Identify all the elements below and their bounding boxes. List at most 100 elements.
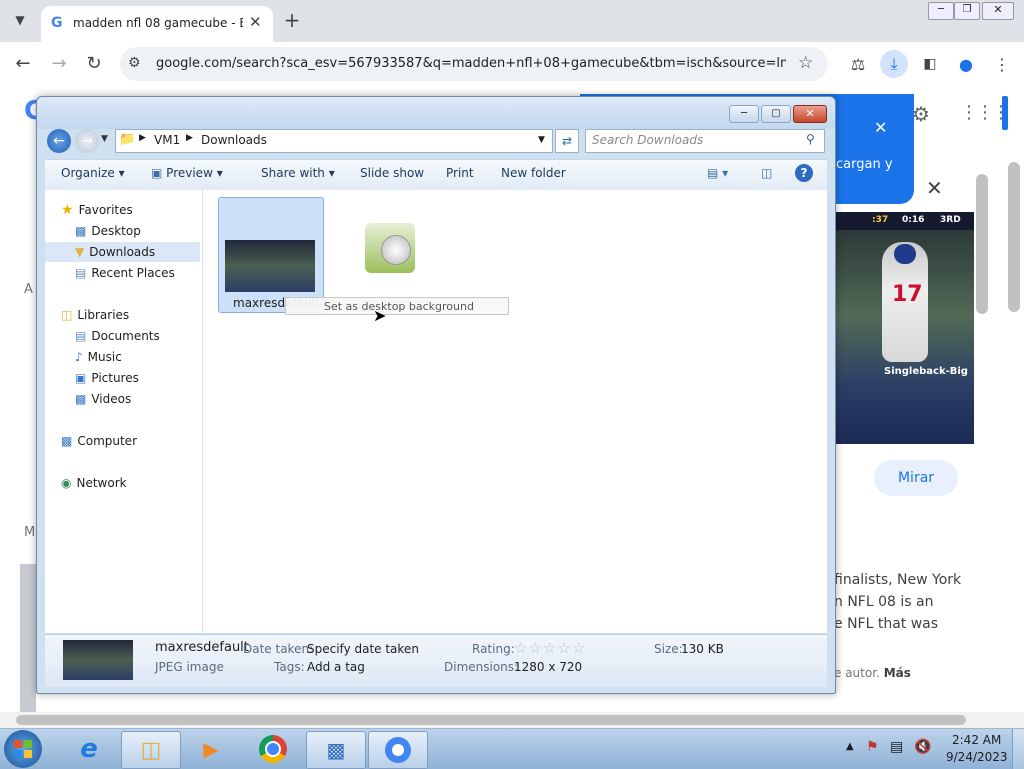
action-center-icon[interactable]: ⚑ <box>866 739 879 755</box>
chrome-window-taskbar-icon[interactable] <box>368 731 428 769</box>
apps-grid-icon[interactable]: ⋮⋮⋮ <box>960 102 1010 123</box>
watch-button[interactable]: Mirar <box>874 460 958 496</box>
bookmark-star-icon[interactable]: ☆ <box>798 53 813 73</box>
chrome-taskbar-icon[interactable] <box>244 731 302 767</box>
clock-date[interactable]: 9/24/2023 <box>946 750 1008 764</box>
breadcrumb-vm1[interactable]: VM1 <box>154 133 180 147</box>
side-panel-icon[interactable]: ◧ <box>918 52 942 76</box>
browser-tab[interactable]: G madden nfl 08 gamecube - Bu ✕ <box>41 6 273 42</box>
breadcrumb-downloads[interactable]: Downloads <box>201 133 267 147</box>
popup-close-icon[interactable]: ✕ <box>874 118 887 137</box>
hud-down: 3RD <box>940 215 961 225</box>
print-button[interactable]: Print <box>446 166 474 180</box>
control-panel-taskbar-icon[interactable]: ▩ <box>306 731 366 769</box>
menu-icon[interactable]: ⋮ <box>990 52 1014 76</box>
preview-image[interactable]: :37 0:16 3RD 17 Singleback-Big <box>834 212 974 444</box>
explorer-taskbar-icon[interactable]: ◫ <box>121 731 181 769</box>
hud-clock: 0:16 <box>902 215 925 225</box>
site-settings-icon[interactable]: ⚙ <box>128 55 141 71</box>
explorer-close-button[interactable]: ✕ <box>793 105 827 123</box>
horizontal-scrollbar-thumb[interactable] <box>16 715 966 725</box>
network-tray-icon[interactable]: ▤ <box>890 739 903 755</box>
page-scrollbar-thumb[interactable] <box>1008 162 1020 312</box>
search-box[interactable]: Search Downloads ⚲ <box>585 129 825 153</box>
minimize-button[interactable]: ─ <box>928 2 954 20</box>
tab-search-icon[interactable]: ▼ <box>8 8 32 32</box>
recent-places-icon: ▤ <box>75 266 87 280</box>
rating-stars[interactable]: ☆☆☆☆☆ <box>514 639 586 657</box>
nav-computer[interactable]: ▩ Computer <box>61 431 137 451</box>
libraries-icon: ◫ <box>61 308 73 322</box>
omnibox[interactable]: ⚙ google.com/search?sca_esv=567933587&q=… <box>120 47 828 81</box>
nav-downloads[interactable]: ▼ Downloads <box>45 242 200 262</box>
details-file-name: maxresdefault <box>155 640 249 655</box>
restore-button[interactable]: ❐ <box>954 2 980 20</box>
nav-pictures[interactable]: ▣ Pictures <box>75 368 139 388</box>
volume-muted-icon[interactable]: 🔇 <box>914 739 931 755</box>
navigation-pane: ★ Favorites ▩ Desktop ▼ Downloads ▤ Recent P… <box>45 190 203 633</box>
nav-recent-places[interactable]: ▤ Recent Places <box>75 263 175 283</box>
recent-pages-icon[interactable]: ▼ <box>101 134 108 144</box>
nav-network[interactable]: ◉ Network <box>61 473 127 493</box>
forward-icon[interactable]: → <box>46 50 72 76</box>
download-icon[interactable]: ⤓ <box>880 50 908 78</box>
explorer-minimize-button[interactable]: ─ <box>729 105 759 123</box>
refresh-icon[interactable]: ⇄ <box>555 129 579 153</box>
left-text-fragment-1: A <box>24 282 33 297</box>
explorer-forward-icon[interactable]: → <box>75 129 99 153</box>
jersey-number: 17 <box>892 282 923 307</box>
snippet-line-1: finalists, New York <box>834 572 962 588</box>
search-icon[interactable]: ⚲ <box>806 132 815 146</box>
preview-close-icon[interactable]: ✕ <box>926 176 943 200</box>
back-icon[interactable]: ← <box>10 50 36 76</box>
panel-scrollbar-thumb[interactable] <box>976 174 988 314</box>
close-window-button[interactable]: ✕ <box>982 2 1014 20</box>
nav-videos[interactable]: ▩ Videos <box>75 389 131 409</box>
nav-favorites[interactable]: ★ Favorites <box>61 200 133 220</box>
share-with-button[interactable]: Share with ▾ <box>261 166 335 180</box>
dimensions-value: 1280 x 720 <box>514 660 583 674</box>
horizontal-scrollbar[interactable] <box>0 712 1024 728</box>
media-player-taskbar-icon[interactable]: ▶ <box>182 731 240 767</box>
help-icon[interactable]: ? <box>795 164 813 182</box>
author-more-link[interactable]: Más <box>884 666 911 680</box>
nav-music[interactable]: ♪ Music <box>75 347 122 367</box>
organize-button[interactable]: Organize ▾ <box>61 166 125 180</box>
nav-desktop[interactable]: ▩ Desktop <box>75 221 141 241</box>
internet-explorer-taskbar-icon[interactable]: e <box>60 731 118 767</box>
chevron-right-icon[interactable]: ▶ <box>139 133 146 143</box>
details-thumbnail <box>63 640 133 680</box>
chevron-right-icon[interactable]: ▶ <box>186 133 193 143</box>
explorer-back-icon[interactable]: ← <box>47 129 71 153</box>
new-tab-icon[interactable]: + <box>280 8 304 32</box>
tags-value[interactable]: Add a tag <box>307 660 365 674</box>
slide-show-button[interactable]: Slide show <box>360 166 424 180</box>
address-breadcrumb[interactable]: 📁 ▶ VM1 ▶ Downloads ▼ <box>115 129 553 153</box>
disc-icon <box>381 235 411 265</box>
date-value[interactable]: Specify date taken <box>307 642 419 656</box>
settings-gear-icon[interactable]: ⚙ <box>912 102 930 126</box>
address-dropdown-icon[interactable]: ▼ <box>538 135 545 145</box>
file-item[interactable]: maxresdefault <box>218 197 324 313</box>
mouse-cursor-icon: ➤ <box>373 306 387 325</box>
helmet <box>894 244 916 264</box>
change-view-icon[interactable]: ▤ ▾ <box>707 166 728 180</box>
start-button[interactable] <box>4 730 42 768</box>
show-desktop-button[interactable] <box>1012 729 1024 769</box>
preview-pane-icon[interactable]: ◫ <box>761 166 772 180</box>
reload-icon[interactable]: ↻ <box>81 50 107 76</box>
file-item[interactable]: mpsi_installer64 <box>343 199 437 308</box>
star-icon: ★ <box>61 202 74 218</box>
labs-flask-icon[interactable]: ⚖ <box>846 52 870 76</box>
clock-time[interactable]: 2:42 AM <box>952 733 1001 747</box>
show-hidden-icons[interactable]: ▲ <box>846 741 854 752</box>
left-text-fragment-2: M <box>24 525 36 540</box>
new-folder-button[interactable]: New folder <box>501 166 566 180</box>
explorer-maximize-button[interactable]: ▢ <box>761 105 791 123</box>
preview-button[interactable]: ▣ Preview ▾ <box>151 166 223 180</box>
tab-close-icon[interactable]: ✕ <box>249 13 262 31</box>
profile-icon[interactable]: ● <box>954 52 978 76</box>
nav-documents[interactable]: ▤ Documents <box>75 326 160 346</box>
nav-libraries[interactable]: ◫ Libraries <box>61 305 129 325</box>
player-figure: 17 <box>882 242 928 362</box>
